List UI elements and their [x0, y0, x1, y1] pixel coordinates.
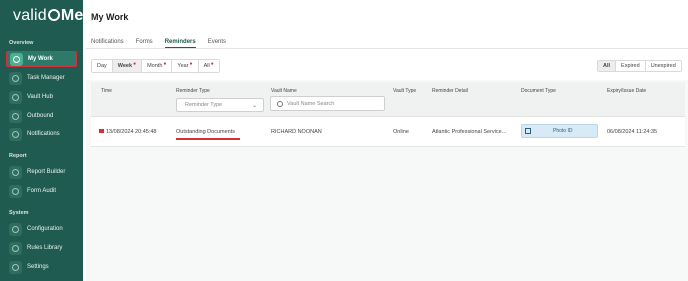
notification-dot-icon: ●	[163, 61, 167, 67]
notification-dot-icon: ●	[189, 61, 193, 67]
chevron-down-icon: ⌄	[251, 103, 257, 109]
cell-expiry-date: 06/08/2024 11:24:35	[607, 129, 658, 135]
highlight-underline	[176, 138, 240, 140]
settings-icon	[9, 260, 22, 274]
id-card-icon	[525, 128, 531, 134]
sidebar-item-outbound[interactable]: Outbound	[6, 108, 77, 124]
sidebar-item-configuration[interactable]: Configuration	[6, 221, 77, 237]
filter-year-button[interactable]: Year ●	[172, 60, 199, 72]
vault-name-search-input[interactable]: Vault Name Search	[270, 96, 385, 111]
rules-icon	[9, 241, 22, 255]
column-header-reminder-detail[interactable]: Reminder Detail	[432, 88, 468, 94]
alert-flag-icon	[99, 129, 104, 133]
sidebar-item-label: Report Builder	[27, 169, 66, 175]
section-overview: Overview	[9, 40, 34, 46]
sidebar-item-report-builder[interactable]: Report Builder	[6, 164, 77, 180]
vault-icon	[9, 90, 22, 104]
sidebar-item-notifications[interactable]: Notifications	[6, 126, 77, 142]
outbound-icon	[9, 109, 22, 123]
sidebar: valid Me Overview My Work Task Manager Va…	[0, 0, 83, 281]
column-header-time[interactable]: Time	[101, 88, 112, 94]
filter-month-button[interactable]: Month ●	[142, 60, 173, 72]
tab-divider	[86, 48, 688, 49]
sidebar-item-form-audit[interactable]: Form Audit	[6, 183, 77, 199]
column-header-vault-type[interactable]: Vault Type	[393, 88, 416, 94]
status-unexpired-button[interactable]: Unexpired	[645, 61, 681, 71]
tab-notifications[interactable]: Notifications	[91, 39, 124, 48]
reminder-type-placeholder: Reminder Type	[185, 102, 223, 108]
document-type-badge[interactable]: Photo ID	[521, 124, 598, 138]
filter-week-button[interactable]: Week ●	[112, 60, 143, 72]
vault-name-placeholder: Vault Name Search	[287, 100, 335, 107]
period-filter: Day Week ● Month ● Year ● All ●	[91, 59, 220, 73]
check-circle-icon	[10, 52, 23, 66]
cell-time: 13/08/2024 20:45:48	[99, 129, 156, 135]
cell-vault-type: Online	[393, 129, 409, 135]
sidebar-item-label: Vault Hub	[27, 94, 53, 100]
bell-icon	[9, 127, 22, 141]
status-expired-button[interactable]: Expired	[616, 61, 646, 71]
cell-reminder-detail: Atlantic Professional Service...	[432, 129, 507, 135]
section-report: Report	[9, 153, 27, 159]
audit-icon	[9, 184, 22, 198]
logo-text: valid	[13, 7, 47, 24]
sidebar-item-vault-hub[interactable]: Vault Hub	[6, 89, 77, 105]
tab-reminders[interactable]: Reminders	[164, 39, 196, 48]
tab-forms[interactable]: Forms	[136, 39, 153, 48]
column-header-expiry-date[interactable]: Expiry/Issue Date	[607, 88, 646, 94]
sidebar-item-label: Notifications	[27, 131, 60, 137]
logo-text-me: Me	[60, 7, 84, 24]
sidebar-item-label: Outbound	[27, 113, 54, 119]
logo-mark-icon	[47, 9, 60, 21]
sidebar-item-label: Rules Library	[27, 245, 63, 251]
sidebar-item-label: My Work	[28, 56, 53, 62]
cell-vault-name[interactable]: RICHARD NOONAN	[271, 129, 322, 135]
notification-dot-icon: ●	[210, 61, 214, 67]
sidebar-item-rules-library[interactable]: Rules Library	[6, 240, 77, 256]
sidebar-item-label: Configuration	[27, 226, 63, 232]
sidebar-item-task-manager[interactable]: Task Manager	[6, 70, 77, 86]
status-all-button[interactable]: All	[598, 61, 617, 71]
table-row[interactable]: 13/08/2024 20:45:48 Outstanding Document…	[91, 117, 685, 147]
column-header-reminder-type[interactable]: Reminder Type	[176, 88, 210, 94]
notification-dot-icon: ●	[133, 61, 137, 67]
column-header-document-type[interactable]: Document Type	[521, 88, 556, 94]
status-filter: All Expired Unexpired	[597, 60, 682, 72]
sidebar-item-settings[interactable]: Settings	[6, 259, 77, 275]
document-type-label: Photo ID	[553, 128, 573, 134]
report-icon	[9, 165, 22, 179]
reminder-type-select[interactable]: Reminder Type ⌄	[176, 98, 264, 112]
cell-reminder-type[interactable]: Outstanding Documents	[176, 129, 235, 135]
sidebar-item-label: Form Audit	[27, 188, 57, 194]
filter-day-button[interactable]: Day	[92, 60, 113, 72]
gear-icon	[9, 222, 22, 236]
task-icon	[9, 71, 22, 85]
table-header: Time Reminder Type Vault Name Vault Type…	[91, 82, 685, 117]
sidebar-item-label: Settings	[27, 264, 49, 270]
search-icon	[277, 100, 283, 107]
sidebar-item-my-work[interactable]: My Work	[6, 51, 77, 67]
app-logo[interactable]: valid Me	[13, 7, 84, 25]
tab-events[interactable]: Events	[208, 39, 226, 48]
column-header-vault-name[interactable]: Vault Name	[271, 88, 297, 94]
page-title: My Work	[91, 12, 129, 22]
filter-all-button[interactable]: All ●	[198, 60, 219, 72]
sidebar-item-label: Task Manager	[27, 75, 65, 81]
tab-bar: Notifications Forms Reminders Events	[91, 39, 226, 48]
section-system: System	[9, 210, 29, 216]
